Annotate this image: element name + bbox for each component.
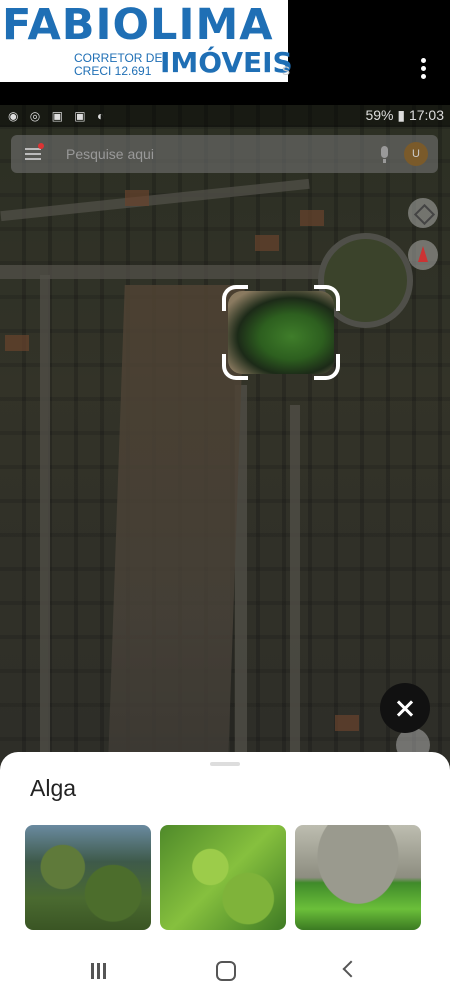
home-icon[interactable] xyxy=(216,961,236,981)
frame-corner-handle[interactable] xyxy=(314,285,340,311)
compass-icon[interactable] xyxy=(408,240,438,270)
result-image-3[interactable] xyxy=(295,825,421,930)
microphone-icon[interactable] xyxy=(381,146,388,163)
avatar[interactable]: U xyxy=(404,142,428,166)
result-title: Alga xyxy=(30,775,77,801)
frame-corner-handle[interactable] xyxy=(222,354,248,380)
top-app-bar: FABIOLIMA CORRETOR DE CRECI 12.691 IMÓVE… xyxy=(0,0,450,105)
lens-selection-frame[interactable] xyxy=(222,285,340,380)
logo-subtitle-line2: CRECI 12.691 xyxy=(74,64,152,78)
results-bottom-sheet[interactable]: Alga xyxy=(0,752,450,1000)
menu-icon[interactable] xyxy=(25,148,41,163)
sheet-drag-handle[interactable] xyxy=(210,762,240,766)
frame-corner-handle[interactable] xyxy=(222,285,248,311)
status-icons: ◉ ◎ ▣ ▣ ◐ xyxy=(8,109,109,123)
logo-subtitle: CORRETOR DE CRECI 12.691 xyxy=(74,52,162,78)
search-bar[interactable]: Pesquise aqui U xyxy=(11,135,438,173)
search-input[interactable]: Pesquise aqui xyxy=(66,146,154,162)
status-clock-battery: 59% ▮ 17:03 xyxy=(365,107,444,123)
logo-brand: FABIOLIMA xyxy=(2,0,274,50)
logo-brand-suffix: IMÓVEIS xyxy=(160,46,293,79)
layers-icon[interactable] xyxy=(408,198,438,228)
result-image-1[interactable] xyxy=(25,825,151,930)
notification-dot xyxy=(38,143,44,149)
close-button[interactable] xyxy=(380,683,430,733)
result-image-2[interactable] xyxy=(160,825,286,930)
overflow-menu-icon[interactable] xyxy=(418,58,428,82)
status-bar: ◉ ◎ ▣ ▣ ◐ 59% ▮ 17:03 xyxy=(0,105,450,127)
fabiolima-logo: FABIOLIMA CORRETOR DE CRECI 12.691 IMÓVE… xyxy=(0,0,293,82)
back-icon[interactable] xyxy=(342,960,360,978)
topbar-title-tail: s xyxy=(282,62,290,79)
frame-corner-handle[interactable] xyxy=(314,354,340,380)
system-nav-bar xyxy=(0,952,450,1000)
recents-icon[interactable] xyxy=(91,963,109,979)
